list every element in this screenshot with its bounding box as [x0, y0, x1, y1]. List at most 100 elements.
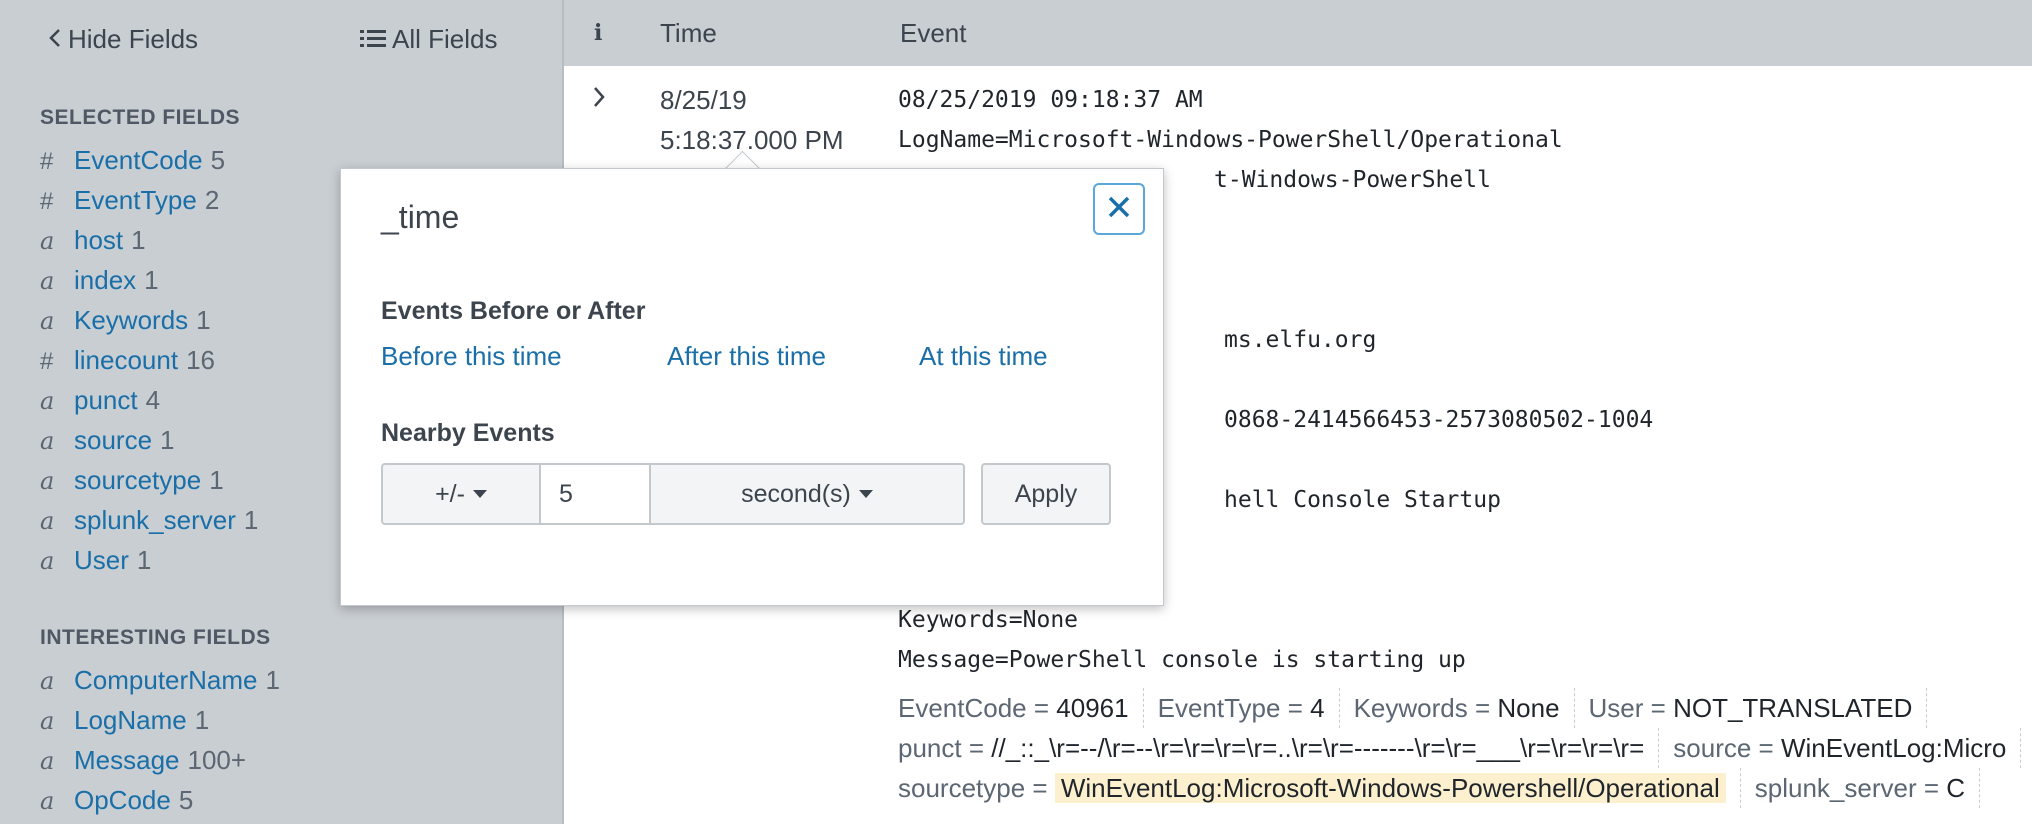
string-field-icon: a	[40, 307, 55, 335]
event-field-value[interactable]: 4	[1310, 693, 1324, 723]
field-count: 1	[131, 225, 146, 255]
chevron-left-icon	[48, 24, 62, 55]
field-name: punct	[74, 385, 138, 415]
event-field-eventtype[interactable]: EventType = 4	[1158, 688, 1340, 728]
field-item-message[interactable]: a Message 100+	[40, 742, 246, 778]
field-count: 1	[144, 265, 159, 295]
field-item-index[interactable]: a index 1	[40, 262, 159, 298]
numeric-field-icon: #	[40, 348, 54, 375]
string-field-icon: a	[40, 747, 55, 775]
string-field-icon: a	[40, 427, 55, 455]
event-line-task: hell Console Startup	[1224, 487, 1501, 513]
field-count: 5	[178, 785, 194, 815]
selected-fields-heading: SELECTED FIELDS	[40, 106, 241, 129]
time-column-header[interactable]: Time	[660, 18, 717, 49]
event-field-key: User	[1588, 693, 1644, 723]
field-item-sourcetype[interactable]: a sourcetype 1	[40, 462, 224, 498]
event-line-computer: ms.elfu.org	[1224, 327, 1377, 353]
field-item-eventcode[interactable]: # EventCode 5	[40, 142, 225, 178]
equals-sign: =	[1751, 733, 1781, 763]
event-field-punct[interactable]: punct = //_::_\r=--/\r=--\r=\r=\r=\r=..\…	[898, 728, 1660, 768]
after-this-time-link[interactable]: After this time	[667, 341, 826, 372]
field-item-linecount[interactable]: # linecount 16	[40, 342, 215, 378]
event-field-value[interactable]: None	[1497, 693, 1559, 723]
string-field-icon: a	[40, 507, 55, 535]
numeric-field-icon: #	[40, 188, 54, 215]
close-icon	[1107, 195, 1131, 224]
event-fields-row: sourcetype = WinEventLog:Microsoft-Windo…	[898, 768, 1994, 808]
time-popup: _time Events Before or After Before this…	[340, 168, 1164, 606]
event-line-message: Message=PowerShell console is starting u…	[898, 647, 1466, 673]
event-field-eventcode[interactable]: EventCode = 40961	[898, 688, 1144, 728]
field-name: Keywords	[74, 305, 189, 335]
range-sign-dropdown[interactable]: +/-	[383, 465, 541, 523]
equals-sign: =	[1280, 693, 1311, 723]
string-field-icon: a	[40, 227, 55, 255]
field-count: 1	[243, 505, 259, 535]
close-button[interactable]	[1093, 183, 1145, 235]
field-item-keywords[interactable]: a Keywords 1	[40, 302, 211, 338]
apply-button[interactable]: Apply	[981, 463, 1111, 525]
range-amount-input[interactable]	[557, 478, 641, 510]
range-amount-field[interactable]	[541, 465, 651, 523]
field-count: 1	[136, 545, 152, 575]
event-time[interactable]: 8/25/19 5:18:37.000 PM	[660, 80, 844, 160]
nearby-events-controls: +/- second(s)	[381, 463, 965, 525]
at-this-time-link[interactable]: At this time	[919, 341, 1048, 372]
event-field-splunk_server[interactable]: splunk_server = C	[1755, 768, 1981, 808]
field-name: ComputerName	[74, 665, 258, 695]
event-field-source[interactable]: source = WinEventLog:Micro	[1673, 728, 2022, 768]
list-icon	[360, 24, 386, 55]
field-count: 1	[265, 665, 280, 695]
field-item-punct[interactable]: a punct 4	[40, 382, 160, 418]
event-line-logname: LogName=Microsoft-Windows-PowerShell/Ope…	[898, 127, 1563, 153]
interesting-fields-heading: INTERESTING FIELDS	[40, 626, 271, 649]
field-name: index	[74, 265, 137, 295]
event-field-value[interactable]: //_::_\r=--/\r=--\r=\r=\r=\r=..\r=\r=---…	[991, 733, 1644, 763]
string-field-icon: a	[40, 467, 55, 495]
event-field-keywords[interactable]: Keywords = None	[1354, 688, 1575, 728]
field-name: EventCode	[74, 145, 203, 175]
event-field-value[interactable]: WinEventLog:Microsoft-Windows-Powershell…	[1054, 773, 1726, 803]
field-name: splunk_server	[74, 505, 236, 535]
event-fields-row: punct = //_::_\r=--/\r=--\r=\r=\r=\r=..\…	[898, 728, 2032, 768]
event-line-source-name: t-Windows-PowerShell	[1214, 167, 1491, 193]
event-field-key: EventCode	[898, 693, 1027, 723]
events-table-header: i Time Event	[562, 0, 2032, 66]
field-count: 1	[196, 305, 211, 335]
event-field-value[interactable]: C	[1946, 773, 1965, 803]
field-name: sourcetype	[74, 465, 202, 495]
field-item-user[interactable]: a User 1	[40, 542, 151, 578]
equals-sign: =	[1026, 693, 1057, 723]
field-item-logname[interactable]: a LogName 1	[40, 702, 209, 738]
popup-title: _time	[381, 199, 460, 235]
event-field-user[interactable]: User = NOT_TRANSLATED	[1589, 688, 1928, 728]
event-field-key: source	[1673, 733, 1752, 763]
expand-event-icon[interactable]	[592, 84, 606, 115]
field-item-source[interactable]: a source 1	[40, 422, 175, 458]
string-field-icon: a	[40, 707, 55, 735]
string-field-icon: a	[40, 547, 55, 575]
string-field-icon: a	[40, 267, 55, 295]
event-field-sourcetype[interactable]: sourcetype = WinEventLog:Microsoft-Windo…	[898, 768, 1741, 808]
field-name: host	[74, 225, 124, 255]
field-item-opcode[interactable]: a OpCode 5	[40, 782, 193, 818]
event-line-sid: 0868-2414566453-2573080502-1004	[1224, 407, 1654, 433]
field-item-splunk_server[interactable]: a splunk_server 1	[40, 502, 258, 538]
event-field-value[interactable]: NOT_TRANSLATED	[1673, 693, 1912, 723]
event-field-value[interactable]: WinEventLog:Micro	[1781, 733, 2006, 763]
event-field-value[interactable]: 40961	[1056, 693, 1128, 723]
string-field-icon: a	[40, 387, 55, 415]
field-item-eventtype[interactable]: # EventType 2	[40, 182, 219, 218]
field-item-host[interactable]: a host 1	[40, 222, 146, 258]
equals-sign: =	[1025, 773, 1055, 803]
field-count: 4	[145, 385, 161, 415]
field-count: 2	[204, 185, 220, 215]
range-unit-dropdown[interactable]: second(s)	[651, 465, 963, 523]
all-fields-label: All Fields	[392, 24, 498, 54]
before-this-time-link[interactable]: Before this time	[381, 341, 562, 372]
all-fields-button[interactable]: All Fields	[360, 24, 497, 55]
field-item-computername[interactable]: a ComputerName 1	[40, 662, 280, 698]
range-sign-value: +/-	[435, 479, 465, 508]
hide-fields-button[interactable]: Hide Fields	[48, 24, 198, 55]
